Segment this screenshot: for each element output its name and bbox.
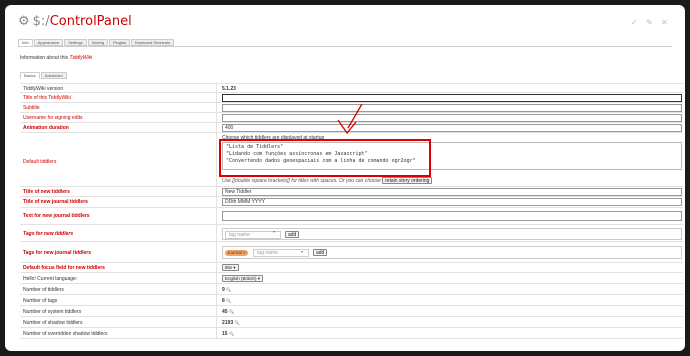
username-link[interactable]: Username for signing edits <box>23 115 82 121</box>
done-icon[interactable]: ✓ <box>631 18 638 27</box>
table-row: Number of tags 8 🔍 <box>20 294 683 305</box>
title-link[interactable]: Title of this TiddlyWiki <box>23 95 71 101</box>
subtitle-link[interactable]: Subtitle <box>23 105 40 111</box>
add-tag-button[interactable]: add <box>285 231 300 238</box>
subtitle-input[interactable] <box>222 104 682 112</box>
tiddlywiki-link[interactable]: TiddlyWiki <box>69 55 92 61</box>
table-row: Number of tiddlers 9 🔍 <box>20 283 683 294</box>
table-row: Title of new journal tiddlers DDth MMM Y… <box>20 196 683 207</box>
search-icon[interactable]: 🔍 <box>229 309 234 314</box>
table-row: Default focus field for new tiddlers tit… <box>20 262 683 272</box>
sub-tabs: Basics Advanced <box>20 72 68 79</box>
table-row: Title of this TiddlyWiki <box>20 92 683 102</box>
control-panel-tiddler: ⚙ $:/ControlPanel ✓ ✎ ✕ Info Appearance S… <box>5 5 685 351</box>
tab-divider <box>18 46 672 47</box>
search-icon[interactable]: 🔍 <box>226 287 231 292</box>
tab-advanced[interactable]: Advanced <box>40 72 67 79</box>
new-tiddler-title-input[interactable]: New Tiddler <box>222 188 682 196</box>
chevron-down-icon[interactable]: ▾ <box>273 229 678 234</box>
table-row: Tags for new journal tiddlers Journal × … <box>20 241 683 262</box>
chevron-down-icon[interactable]: ▾ <box>301 249 678 254</box>
new-journal-title-input[interactable]: DDth MMM YYYY <box>222 198 682 206</box>
gear-icon: ⚙ <box>18 14 30 29</box>
info-intro: Information about this TiddlyWiki <box>20 55 93 61</box>
username-input[interactable] <box>222 114 682 122</box>
retain-story-ordering-button[interactable]: retain story ordering <box>382 177 433 184</box>
table-row: TiddlyWiki version 5.1.23 <box>20 83 683 92</box>
tab-settings[interactable]: Settings <box>64 39 87 46</box>
annotation-arrow-icon <box>337 103 363 135</box>
language-select[interactable]: English (British) ▾ <box>222 275 264 282</box>
table-row: Hello! Current language: English (Britis… <box>20 272 683 283</box>
page-title: ⚙ $:/ControlPanel <box>18 14 132 29</box>
tab-info[interactable]: Info <box>18 39 33 46</box>
animation-duration-input[interactable]: 400 <box>222 124 682 132</box>
tab-saving[interactable]: Saving <box>87 39 108 46</box>
search-icon[interactable]: 🔍 <box>235 320 240 325</box>
tab-basics[interactable]: Basics <box>20 72 40 79</box>
tab-keyboard-shortcuts[interactable]: Keyboard Shortcuts <box>131 39 175 46</box>
annotation-highlight-box <box>219 139 431 177</box>
journal-text-input[interactable] <box>222 211 682 221</box>
tab-appearance[interactable]: Appearance <box>33 39 64 46</box>
focus-field-select[interactable]: title ▾ <box>222 264 239 271</box>
table-row: Number of system tiddlers 45 🔍 <box>20 305 683 316</box>
table-row: Number of shadow tiddlers 2193 🔍 <box>20 316 683 327</box>
search-icon[interactable]: 🔍 <box>229 331 234 336</box>
search-icon[interactable]: 🔍 <box>226 298 231 303</box>
table-row: Text for new journal tiddlers <box>20 207 683 224</box>
table-row: Title of new tiddlers New Tiddler <box>20 186 683 196</box>
table-row: Tags for new tiddlers tag name ▾ add <box>20 224 683 241</box>
journal-tag-pill[interactable]: Journal × <box>225 250 248 256</box>
tags-new-tiddlers-box: tag name ▾ add <box>222 228 682 240</box>
wiki-title-input[interactable] <box>222 94 682 102</box>
main-tabs: Info Appearance Settings Saving Plugins … <box>18 39 175 46</box>
close-icon[interactable]: ✕ <box>661 18 668 27</box>
add-tag-button[interactable]: add <box>313 249 328 256</box>
default-tiddlers-link[interactable]: Default tiddlers <box>23 159 56 165</box>
tags-journal-box: Journal × tag name ▾ add <box>222 246 682 259</box>
edit-icon[interactable]: ✎ <box>646 18 653 27</box>
table-row: Number of overridden shadow tiddlers 15 … <box>20 327 683 339</box>
tab-plugins[interactable]: Plugins <box>108 39 131 46</box>
